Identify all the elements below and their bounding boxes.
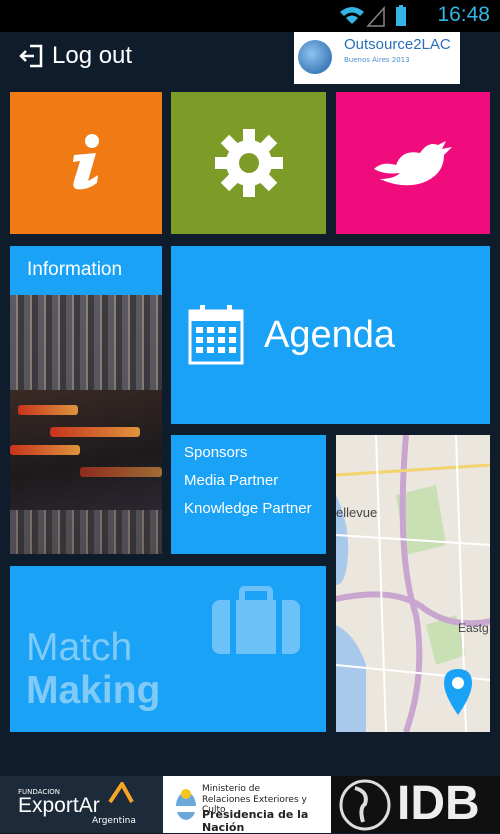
calendar-icon xyxy=(188,303,244,369)
agenda-label: Agenda xyxy=(264,314,396,356)
match-making-line2: Making xyxy=(26,669,161,712)
agenda-tile[interactable]: Agenda xyxy=(171,246,490,424)
clock: 16:48 xyxy=(437,3,490,26)
city-photo xyxy=(10,295,162,554)
exportar-arrow-icon xyxy=(108,782,134,804)
info-tile[interactable] xyxy=(10,92,162,234)
top-bar: Log out Outsource2LAC Buenos Aires 2013 xyxy=(0,32,500,86)
map-pin-icon xyxy=(444,669,472,715)
brand-name: Outsource2LAC xyxy=(344,36,451,53)
status-icons xyxy=(338,4,418,32)
sponsors-tile[interactable]: Sponsors Media Partner Knowledge Partner xyxy=(171,435,326,554)
gear-icon xyxy=(214,129,283,197)
idb-globe-icon xyxy=(339,779,391,831)
twitter-tile[interactable] xyxy=(336,92,490,234)
knowledge-partner-link[interactable]: Knowledge Partner xyxy=(184,500,312,517)
logout-label: Log out xyxy=(52,42,133,69)
wifi-signal-battery-icon xyxy=(340,5,406,27)
map-tile[interactable]: ellevue Eastg xyxy=(336,435,490,732)
sponsor-footer: FUNDACION ExportAr Argentina Ministerio … xyxy=(0,776,500,834)
argentina-emblem-icon xyxy=(176,789,196,820)
match-making-tile[interactable]: Match Making xyxy=(10,566,326,732)
brand-sub: Buenos Aires 2013 xyxy=(344,56,410,64)
briefcase-icon xyxy=(212,586,300,654)
status-bar: 16:48 xyxy=(0,0,500,32)
media-partner-link[interactable]: Media Partner xyxy=(184,472,278,489)
settings-tile[interactable] xyxy=(171,92,326,234)
info-icon xyxy=(73,134,99,190)
sponsors-link[interactable]: Sponsors xyxy=(184,444,247,461)
information-tile[interactable]: Information xyxy=(10,246,162,554)
logout-button[interactable]: Log out xyxy=(18,42,132,70)
globe-icon xyxy=(298,40,332,74)
ministerio-logo: Ministerio de Relaciones Exteriores y Cu… xyxy=(166,776,328,834)
twitter-bird-icon xyxy=(374,141,452,186)
exportar-logo: FUNDACION ExportAr Argentina xyxy=(0,776,163,833)
information-label: Information xyxy=(27,259,123,280)
brand-logo: Outsource2LAC Buenos Aires 2013 xyxy=(294,32,460,84)
logout-icon xyxy=(19,44,43,68)
match-making-line1: Match xyxy=(26,626,133,669)
idb-logo: IDB xyxy=(331,776,500,833)
map-label-bellevue: ellevue xyxy=(336,505,378,520)
map-label-eastgate: Eastg xyxy=(458,621,489,635)
